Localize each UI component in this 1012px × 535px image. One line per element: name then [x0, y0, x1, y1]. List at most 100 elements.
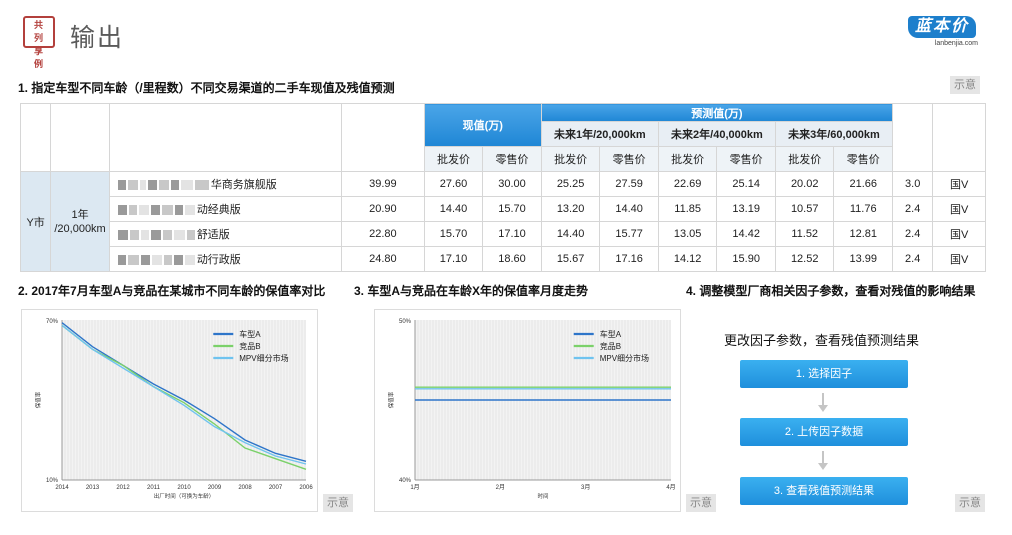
current-value-header: 现值(万)	[423, 103, 542, 147]
x-axis-label: 出厂时间（可换为车龄）	[154, 492, 215, 500]
select-factor-button[interactable]: 1. 选择因子	[740, 360, 908, 388]
y1-wholesale-cell: 15.67	[540, 246, 601, 272]
redacted-block	[117, 254, 197, 266]
section1-title: 1. 指定车型不同车龄（/里程数）不同交易渠道的二手车现值及残值预测	[18, 81, 395, 95]
forecast-header: 预测值(万)	[540, 103, 894, 122]
model-name-cell: 动行政版	[108, 246, 342, 272]
period-header-1: 未来1年/20,000km	[540, 121, 659, 147]
legend-label: 竞品B	[600, 341, 621, 351]
view-forecast-result-button[interactable]: 3. 查看残值预测结果	[740, 477, 908, 505]
y1-wholesale-cell: 13.20	[540, 196, 601, 222]
table-header-blank	[340, 103, 425, 172]
table-header-blank	[932, 103, 986, 172]
displacement-cell: 2.4	[892, 196, 934, 222]
table-row: 动行政版 24.80 17.10 18.60 15.67 17.16 14.12 15.90 1…	[21, 246, 986, 272]
legend-label: MPV细分市场	[239, 353, 288, 363]
y1-wholesale-cell: 25.25	[540, 171, 601, 197]
y-tick-label: 40%	[399, 478, 412, 484]
x-tick-label: 2013	[86, 485, 100, 491]
y3-retail-cell: 12.81	[833, 221, 894, 247]
section3-hint-badge: 示意	[686, 494, 716, 512]
age-mileage-cell: 1年/20,000km	[50, 171, 110, 272]
emission-standard-cell: 国V	[932, 171, 986, 197]
redacted-block	[117, 204, 197, 216]
current-retail-cell: 18.60	[482, 246, 542, 272]
current-wholesale-cell: 17.10	[423, 246, 484, 272]
page-title: 输出	[70, 24, 125, 52]
brand-logo-text: 蓝本价	[908, 16, 976, 38]
retail-header: 零售价	[833, 146, 894, 172]
age-label: 1年	[71, 208, 89, 221]
y1-retail-cell: 14.40	[599, 196, 659, 222]
table-row: Y市 1年/20,000km 华商务旗舰版 39.99 27.60 30.00 25.25 2…	[19, 171, 986, 272]
table-row: 动经典版 20.90 14.40 15.70 13.20 14.40 11.85 13.19 1…	[21, 196, 986, 222]
table-header-blank	[50, 103, 110, 172]
table-header-blank	[892, 103, 934, 172]
page-header: 共列 享例 输出 蓝本价 lanbenjia.com	[0, 0, 1012, 70]
displacement-cell: 2.4	[892, 221, 934, 247]
section4-title: 4. 调整模型厂商相关因子参数，查看对残值的影响结果	[686, 284, 976, 298]
displacement-cell: 3.0	[892, 171, 934, 197]
current-retail-cell: 17.10	[482, 221, 542, 247]
displacement-cell: 2.4	[892, 246, 934, 272]
x-tick-label: 2008	[238, 485, 252, 491]
y1-wholesale-cell: 14.40	[540, 221, 601, 247]
msrp-cell: 39.99	[340, 171, 425, 197]
x-tick-label: 2007	[269, 485, 283, 491]
monthly-retention-chart-svg: 50% 40%1月 2月 3月 4月时间 保值率 车型A 竞品B MPV细分市场	[387, 319, 676, 500]
x-tick-label: 4月	[666, 484, 675, 491]
brand-logo: 蓝本价 lanbenjia.com	[908, 16, 978, 50]
y3-wholesale-cell: 12.52	[774, 246, 835, 272]
emission-standard-cell: 国V	[932, 246, 986, 272]
upload-factor-data-button[interactable]: 2. 上传因子数据	[740, 418, 908, 446]
y3-wholesale-cell: 10.57	[774, 196, 835, 222]
y-tick-label: 10%	[46, 478, 59, 484]
section2-hint-badge: 示意	[323, 494, 353, 512]
x-tick-label: 3月	[581, 484, 590, 491]
legend-label: 车型A	[239, 329, 261, 339]
flow-title: 更改因子参数，查看残值预测结果	[724, 333, 920, 348]
y2-retail-cell: 14.42	[716, 221, 776, 247]
y3-retail-cell: 21.66	[833, 171, 894, 197]
retail-header: 零售价	[482, 146, 542, 172]
retail-header: 零售价	[716, 146, 776, 172]
model-name-cell: 动经典版	[108, 196, 342, 222]
y1-retail-cell: 15.77	[599, 221, 659, 247]
x-tick-label: 2011	[147, 485, 161, 491]
y2-retail-cell: 13.19	[716, 196, 776, 222]
redacted-block	[117, 229, 197, 241]
x-tick-label: 2014	[55, 485, 69, 491]
emission-standard-cell: 国V	[932, 196, 986, 222]
y-tick-label: 50%	[399, 319, 412, 325]
x-tick-label: 2012	[116, 485, 130, 491]
wholesale-header: 批发价	[774, 146, 835, 172]
model-name-cell: 华商务旗舰版	[108, 171, 342, 197]
monthly-retention-chart: 50% 40% 1月 2月 3月 4月 时间 保值率 车型A 竞品B MPV细分市场	[374, 309, 681, 512]
y3-wholesale-cell: 11.52	[774, 221, 835, 247]
current-wholesale-cell: 14.40	[423, 196, 484, 222]
y-axis-label: 保值率	[387, 391, 395, 408]
arrow-down-icon	[818, 451, 828, 470]
y1-retail-cell: 27.59	[599, 171, 659, 197]
y2-retail-cell: 25.14	[716, 171, 776, 197]
period-header-3: 未来3年/60,000km	[774, 121, 894, 147]
x-tick-label: 2010	[177, 485, 191, 491]
section4-hint-badge: 示意	[955, 494, 985, 512]
x-tick-label: 1月	[410, 484, 419, 491]
x-axis-label: 时间	[537, 492, 548, 500]
redacted-block	[117, 179, 211, 191]
section2-title: 2. 2017年7月车型A与竞品在某城市不同车龄的保值率对比	[18, 284, 326, 298]
current-retail-cell: 30.00	[482, 171, 542, 197]
y2-wholesale-cell: 14.12	[657, 246, 718, 272]
y2-wholesale-cell: 13.05	[657, 221, 718, 247]
y-axis-label: 保值率	[34, 391, 42, 408]
msrp-cell: 22.80	[340, 221, 425, 247]
msrp-cell: 20.90	[340, 196, 425, 222]
retention-by-age-chart: 70% 10% 2014 2013 2012 2011 2010 2009 2008 2007 20…	[21, 309, 318, 512]
model-name-cell: 舒适版	[108, 221, 342, 247]
table-header-blank	[108, 103, 342, 172]
y3-retail-cell: 11.76	[833, 196, 894, 222]
x-tick-label: 2月	[496, 484, 505, 491]
y1-retail-cell: 17.16	[599, 246, 659, 272]
section1-hint-badge: 示意	[950, 76, 980, 94]
